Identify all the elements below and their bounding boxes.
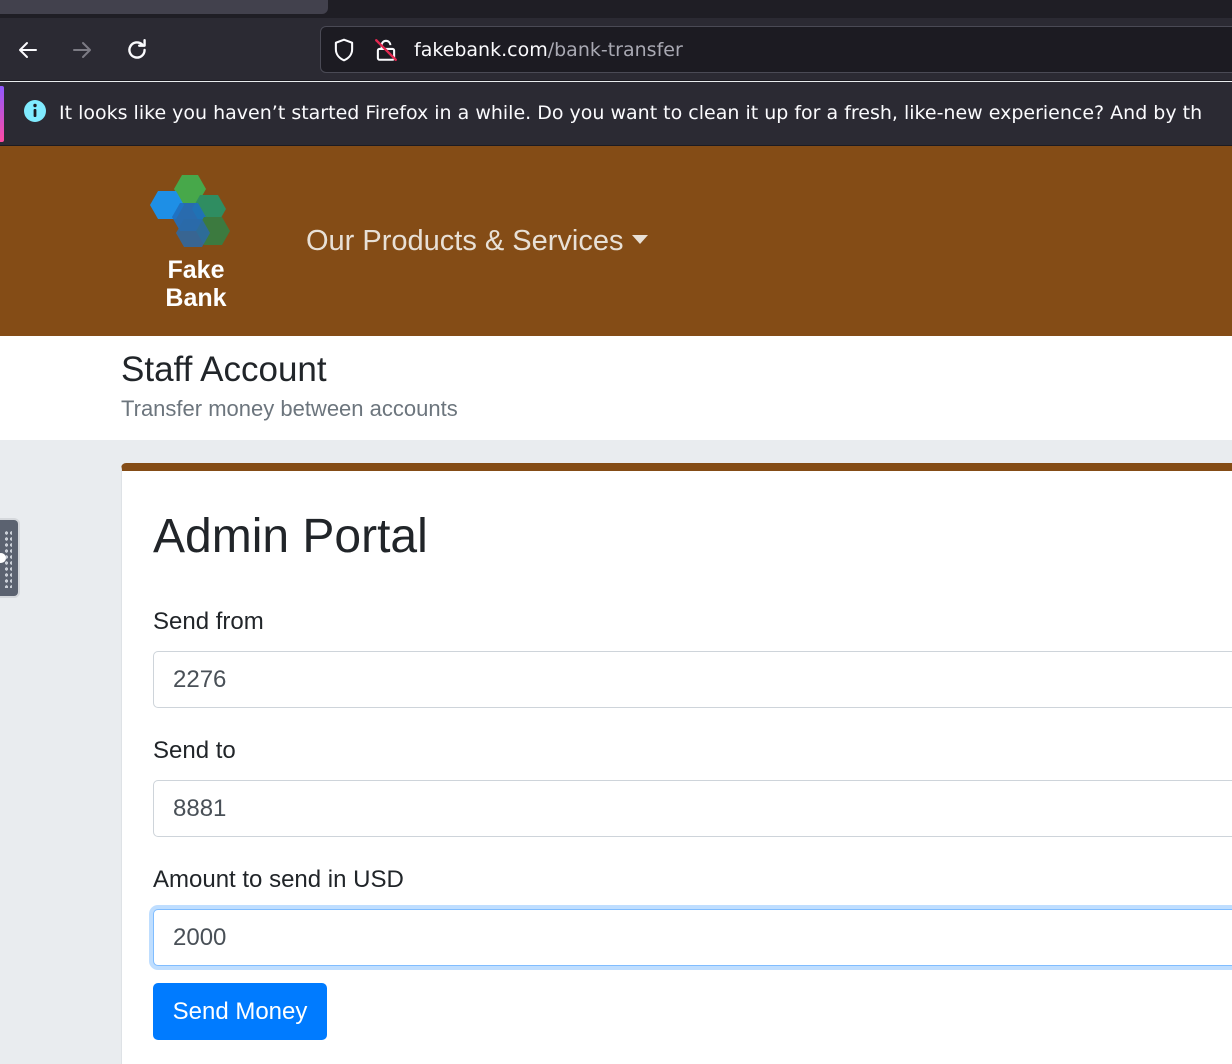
notification-text: It looks like you haven’t started Firefo… — [59, 102, 1203, 124]
send-to-input[interactable] — [153, 780, 1232, 837]
admin-portal-card: Admin Portal Send from Send to Amount to… — [121, 463, 1232, 1064]
url-path: /bank-transfer — [547, 39, 683, 61]
logo-line-2: Bank — [165, 284, 227, 312]
tracking-shield-icon[interactable] — [331, 37, 357, 63]
logo-text: Fake Bank — [146, 256, 246, 312]
amount-input[interactable] — [153, 909, 1232, 966]
amount-label: Amount to send in USD — [153, 866, 404, 893]
logo-line-1: Fake — [167, 256, 225, 284]
site-header: Fake Bank Our Products & Services — [0, 146, 1232, 336]
browser-toolbar: fakebank.com/bank-transfer — [0, 18, 1232, 81]
products-services-label: Our Products & Services — [306, 225, 624, 257]
forward-button[interactable] — [64, 32, 100, 68]
notification-accent — [0, 86, 4, 142]
browser-tab[interactable] — [0, 0, 328, 14]
send-from-input[interactable] — [153, 651, 1232, 708]
products-services-dropdown[interactable]: Our Products & Services — [306, 224, 648, 258]
send-from-label: Send from — [153, 608, 264, 635]
insecure-lock-icon[interactable] — [373, 37, 399, 63]
arrow-left-icon — [19, 42, 37, 58]
reload-icon — [128, 39, 146, 59]
url-text[interactable]: fakebank.com/bank-transfer — [414, 37, 683, 63]
page-title: Staff Account — [121, 350, 327, 389]
url-domain: fakebank.com — [414, 39, 548, 61]
caret-down-icon — [631, 234, 648, 244]
browser-tabstrip — [0, 0, 1232, 18]
fake-bank-logo-icon[interactable] — [146, 173, 246, 253]
back-button[interactable] — [10, 32, 46, 68]
send-money-button[interactable]: Send Money — [153, 983, 327, 1040]
page-subheader: Staff Account Transfer money between acc… — [0, 336, 1232, 440]
side-drag-handle[interactable] — [0, 518, 20, 598]
reload-button[interactable] — [119, 32, 155, 68]
page-subtitle: Transfer money between accounts — [121, 396, 458, 421]
firefox-notification-bar: It looks like you haven’t started Firefo… — [0, 82, 1232, 146]
info-icon — [24, 100, 46, 122]
arrow-right-icon — [73, 42, 91, 58]
card-title: Admin Portal — [153, 510, 428, 563]
address-bar[interactable]: fakebank.com/bank-transfer — [320, 26, 1232, 73]
send-to-label: Send to — [153, 737, 236, 764]
